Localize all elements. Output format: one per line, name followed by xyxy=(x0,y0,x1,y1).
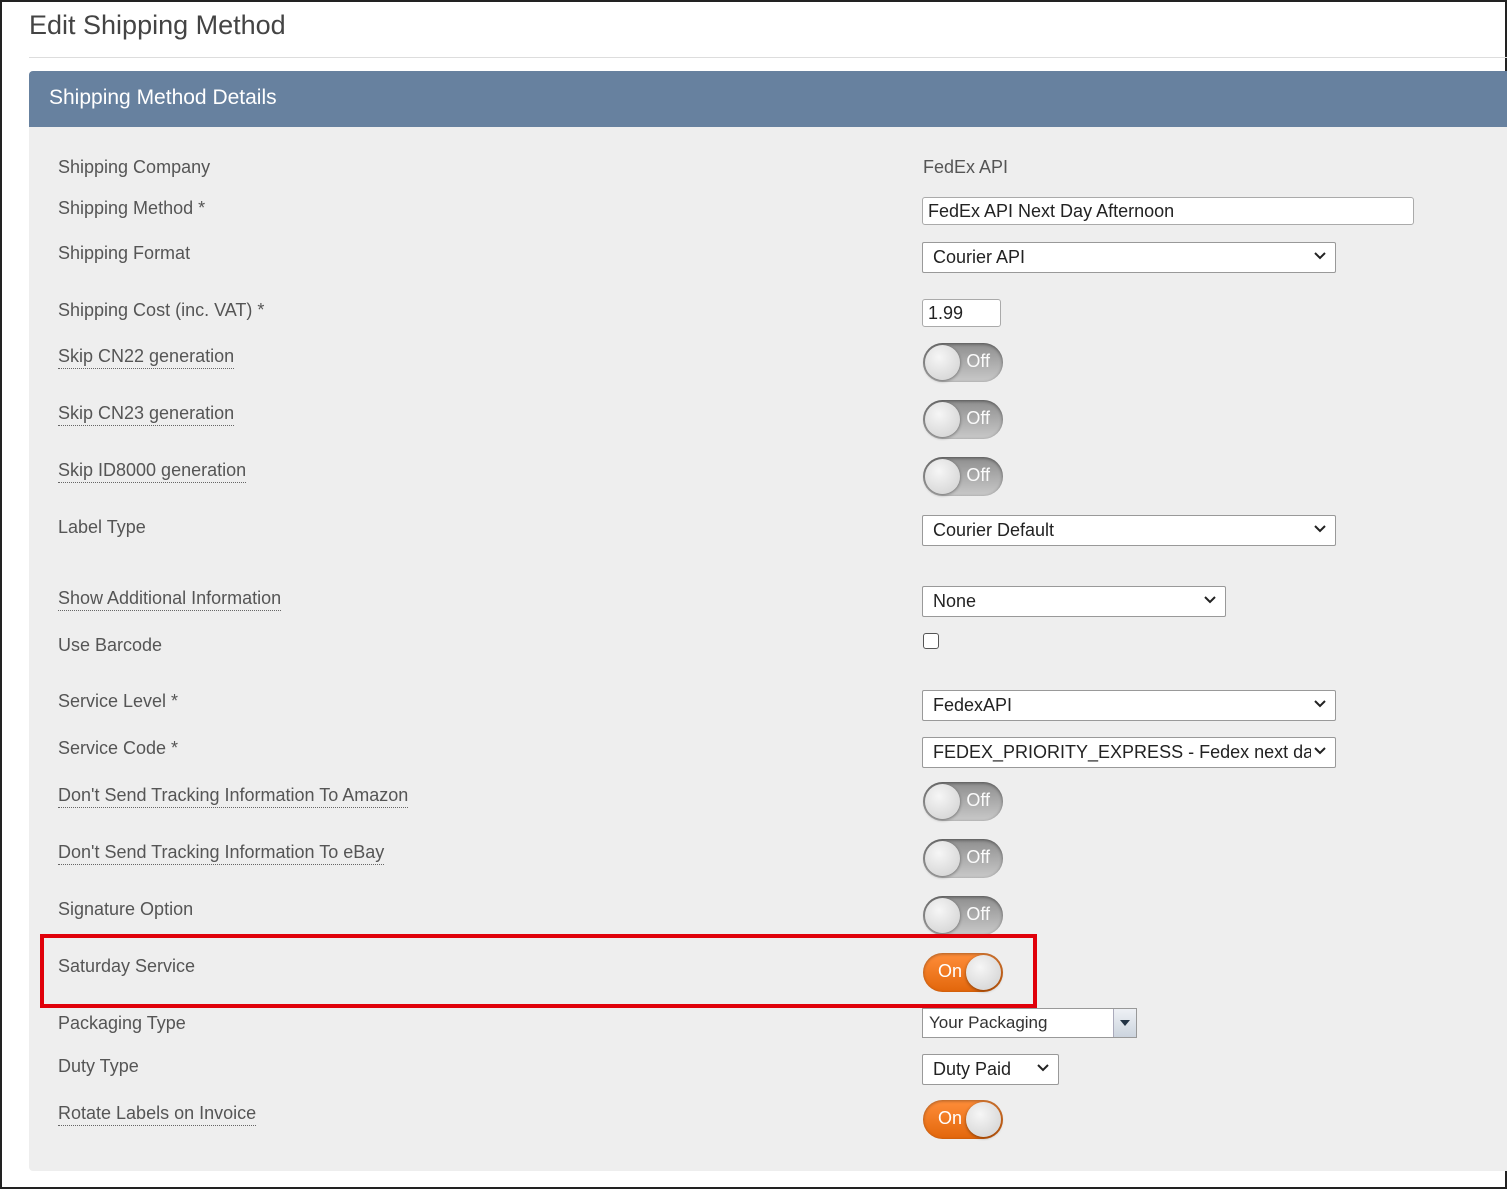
duty-type-select[interactable]: Duty Paid xyxy=(922,1054,1059,1085)
shipping-format-value: Courier API xyxy=(933,247,1026,267)
signature-option-toggle[interactable]: Off xyxy=(923,896,1003,935)
packaging-type-combobox[interactable]: Your Packaging xyxy=(922,1008,1137,1038)
title-divider xyxy=(29,57,1507,58)
show-additional-info-value: None xyxy=(933,591,977,611)
skip-id8000-toggle[interactable]: Off xyxy=(923,457,1003,496)
toggle-knob xyxy=(925,841,960,876)
toggle-knob xyxy=(925,459,960,494)
skip-cn23-toggle[interactable]: Off xyxy=(923,400,1003,439)
chevron-down-icon xyxy=(1204,596,1216,604)
toggle-state: Off xyxy=(966,790,990,810)
show-additional-info-select[interactable]: None xyxy=(922,586,1226,617)
details-panel: Shipping Method Details Shipping Company… xyxy=(29,71,1507,1171)
service-code-value: FEDEX_PRIORITY_EXPRESS - Fedex next day … xyxy=(933,742,1311,762)
shipping-cost-input[interactable] xyxy=(922,299,1001,327)
show-additional-info-label: Show Additional Information xyxy=(58,588,282,611)
panel-header: Shipping Method Details xyxy=(29,71,1507,127)
toggle-state: Off xyxy=(966,847,990,867)
chevron-down-icon xyxy=(1314,700,1326,708)
shipping-method-label: Shipping Method * xyxy=(58,198,206,218)
signature-option-label: Signature Option xyxy=(58,899,194,919)
shipping-company-value: FedEx API xyxy=(923,157,1009,177)
duty-type-label: Duty Type xyxy=(58,1056,139,1076)
toggle-knob xyxy=(925,345,960,380)
chevron-down-icon xyxy=(1314,525,1326,533)
panel-title: Shipping Method Details xyxy=(49,86,277,109)
saturday-service-label: Saturday Service xyxy=(58,956,196,976)
label-type-label: Label Type xyxy=(58,517,146,537)
chevron-down-icon xyxy=(1314,252,1326,260)
toggle-knob xyxy=(925,784,960,819)
service-code-select[interactable]: FEDEX_PRIORITY_EXPRESS - Fedex next day … xyxy=(922,737,1336,768)
no-tracking-amazon-toggle[interactable]: Off xyxy=(923,782,1003,821)
toggle-knob xyxy=(966,1102,1001,1137)
toggle-state: Off xyxy=(966,408,990,428)
toggle-state: On xyxy=(938,961,963,981)
toggle-state: Off xyxy=(966,351,990,371)
skip-cn23-label: Skip CN23 generation xyxy=(58,403,235,426)
shipping-format-select[interactable]: Courier API xyxy=(922,242,1336,273)
label-type-value: Courier Default xyxy=(933,520,1055,540)
skip-id8000-label: Skip ID8000 generation xyxy=(58,460,247,483)
toggle-knob xyxy=(925,402,960,437)
toggle-state: Off xyxy=(966,465,990,485)
service-code-label: Service Code * xyxy=(58,738,179,758)
chevron-down-icon xyxy=(1314,747,1326,755)
no-tracking-ebay-label: Don't Send Tracking Information To eBay xyxy=(58,842,385,865)
toggle-knob xyxy=(966,955,1001,990)
label-type-select[interactable]: Courier Default xyxy=(922,515,1336,546)
skip-cn22-toggle[interactable]: Off xyxy=(923,343,1003,382)
shipping-format-label: Shipping Format xyxy=(58,243,191,263)
rotate-labels-label: Rotate Labels on Invoice xyxy=(58,1103,257,1126)
skip-cn22-label: Skip CN22 generation xyxy=(58,346,235,369)
service-level-select[interactable]: FedexAPI xyxy=(922,690,1336,721)
shipping-company-label: Shipping Company xyxy=(58,157,211,177)
shipping-method-input[interactable] xyxy=(922,197,1414,225)
packaging-type-label: Packaging Type xyxy=(58,1013,186,1033)
service-level-value: FedexAPI xyxy=(933,695,1013,715)
packaging-type-value: Your Packaging xyxy=(929,1013,1048,1032)
toggle-state: On xyxy=(938,1108,963,1128)
rotate-labels-toggle[interactable]: On xyxy=(923,1100,1003,1139)
saturday-service-toggle[interactable]: On xyxy=(923,953,1003,992)
toggle-state: Off xyxy=(966,904,990,924)
page-title: Edit Shipping Method xyxy=(29,10,286,40)
toggle-knob xyxy=(925,898,960,933)
no-tracking-ebay-toggle[interactable]: Off xyxy=(923,839,1003,878)
triangle-down-icon[interactable] xyxy=(1113,1009,1136,1037)
service-level-label: Service Level * xyxy=(58,691,179,711)
use-barcode-checkbox[interactable] xyxy=(923,633,939,649)
chevron-down-icon xyxy=(1037,1064,1049,1072)
duty-type-value: Duty Paid xyxy=(933,1059,1012,1079)
no-tracking-amazon-label: Don't Send Tracking Information To Amazo… xyxy=(58,785,409,808)
use-barcode-label: Use Barcode xyxy=(58,635,163,655)
shipping-cost-label: Shipping Cost (inc. VAT) * xyxy=(58,300,265,320)
